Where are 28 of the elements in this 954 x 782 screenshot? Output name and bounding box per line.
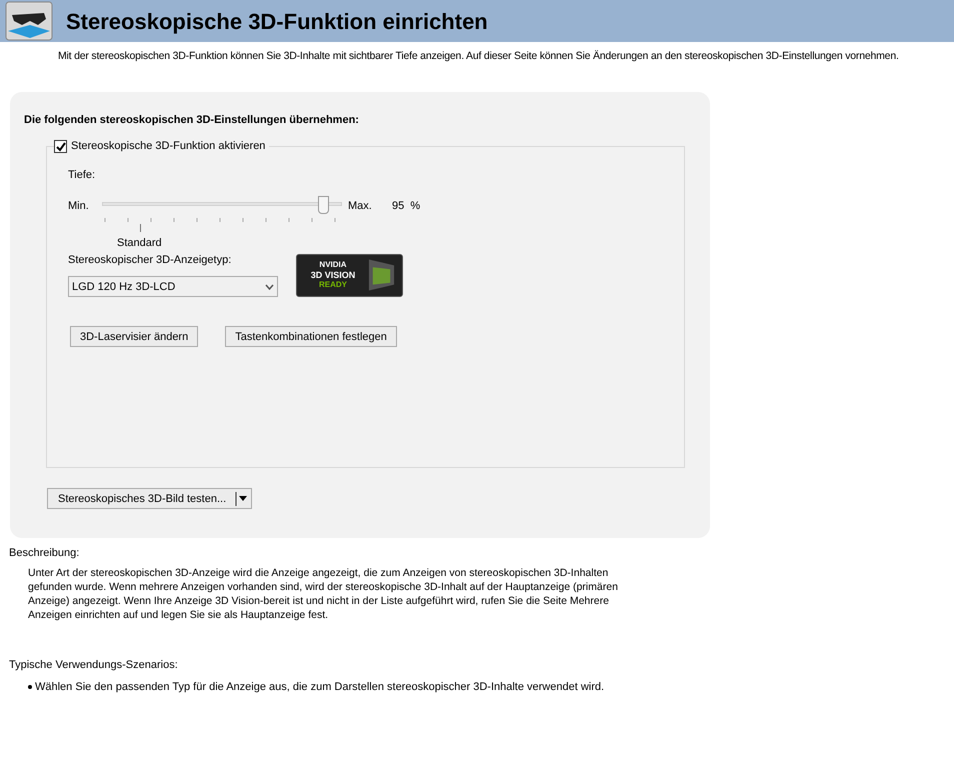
- ready-text: READY: [318, 280, 347, 290]
- panel-heading: Die folgenden stereoskopischen 3D-Einstellungen übernehmen:: [24, 112, 360, 128]
- depth-label: Tiefe:: [68, 168, 96, 184]
- max-label: Max.: [348, 198, 373, 214]
- enable-label: Stereoskopische 3D-Funktion aktivieren: [71, 139, 266, 154]
- min-label: Min.: [68, 198, 90, 214]
- scenario-text: Wählen Sie den passenden Typ für die Anzeige aus, die zum Darstellen stereoskopischer 3D-Inhalte verwendet wird.: [35, 680, 604, 695]
- scenarios-label: Typische Verwendungs-Szenarios:: [9, 658, 179, 674]
- description-label: Beschreibung:: [9, 546, 80, 561]
- default-label: Standard: [117, 236, 162, 251]
- bullet-icon: [28, 685, 32, 689]
- action-button[interactable]: Tastenkombinationen festlegen: [225, 326, 397, 348]
- display-type-dropdown[interactable]: LGD 120 Hz 3D-LCD: [68, 276, 278, 298]
- depth-reading: 95 %: [392, 198, 420, 214]
- enable-checkbox[interactable]: [54, 140, 67, 153]
- dropdown-arrow-icon: [235, 492, 249, 506]
- chevron-down-icon: [265, 284, 274, 290]
- display-type-label: Stereoskopischer 3D-Anzeigetyp:: [68, 252, 232, 268]
- vision-text: 3D VISION: [310, 270, 356, 280]
- description-text: Unter Art der stereoskopischen 3D-Anzeige wird die Anzeige angezeigt, die zum Anzeigen von stereoskopischen 3D-Inhalten gefunden wurde. Wenn mehrere Anzeigen vorhanden sind, wird der stereoskopische 3D-Inhalt auf der Hauptanzeige (primären Anzeige) angezeigt. Wenn Ihre Anzeige 3D Vision-bereit ist und nicht in der Liste aufgeführt wird, rufen Sie die Seite Mehrere Anzeigen einrichten auf und legen Sie sie als Hauptanzeige fest.: [28, 566, 619, 622]
- check-icon: [56, 142, 66, 152]
- slider-thumb[interactable]: [318, 196, 330, 214]
- action-button[interactable]: 3D-Laservisier ändern: [70, 326, 198, 348]
- page-title: Stereoskopische 3D-Funktion einrichten: [66, 8, 488, 36]
- brand-text: NVIDIA: [319, 260, 347, 270]
- intro-text: Mit der stereoskopischen 3D-Funktion können Sie 3D-Inhalte mit sichtbarer Tiefe anzeigen. Auf dieser Seite können Sie Änderungen an den stereoskopischen 3D-Einstellungen vornehmen.: [57, 49, 900, 64]
- test-button[interactable]: Stereoskopisches 3D-Bild testen...: [47, 488, 252, 510]
- screen-icon: [366, 257, 396, 294]
